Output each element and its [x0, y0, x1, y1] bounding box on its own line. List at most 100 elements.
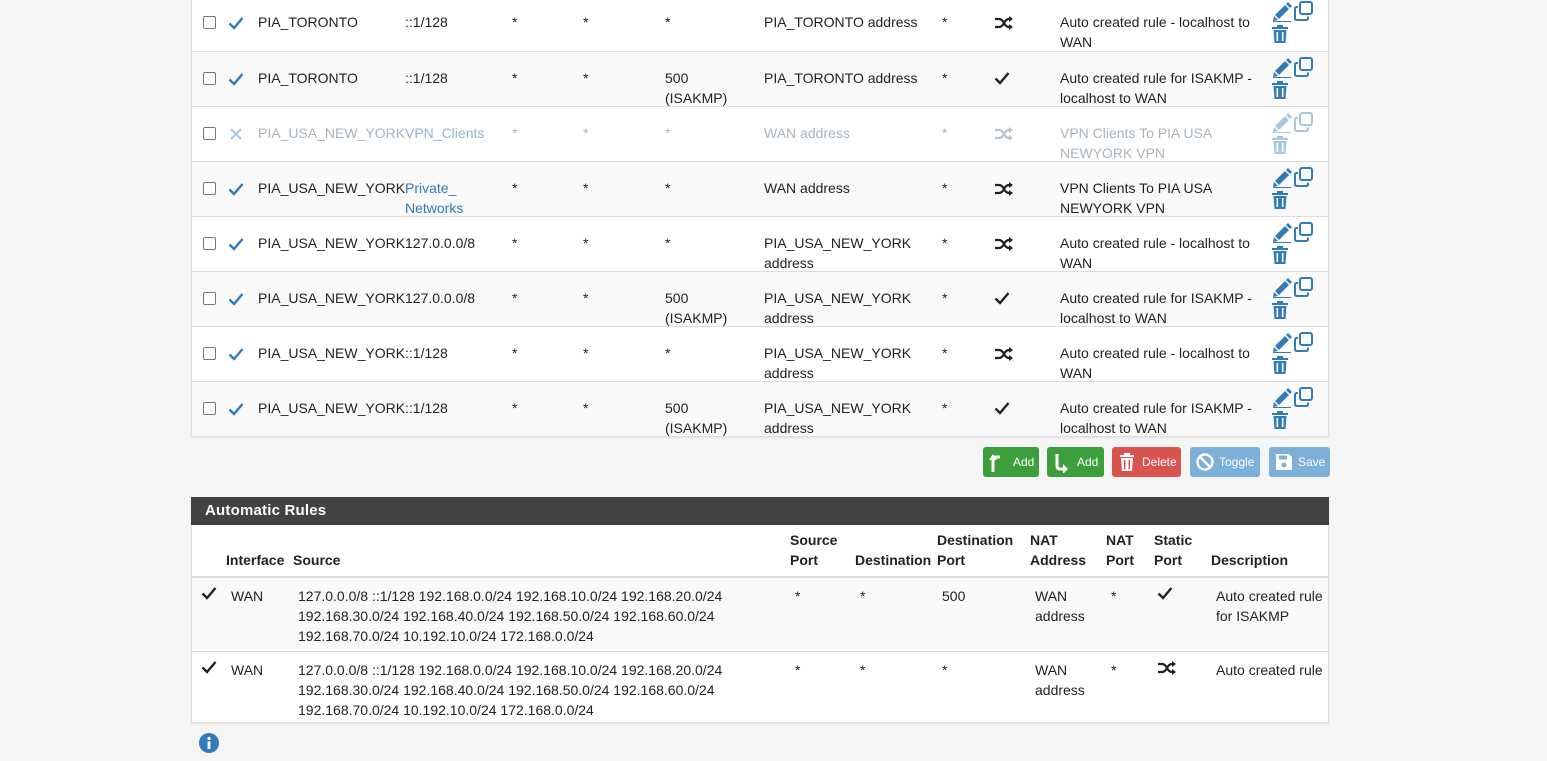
rule-nat-port: *: [942, 235, 948, 251]
rule-source: 127.0.0.0/8: [405, 290, 476, 306]
delete-rule-button[interactable]: [1272, 411, 1288, 432]
rule-description: VPN Clients To PIA USA NEWYORK VPN: [1060, 180, 1212, 216]
shuffle-icon: [995, 127, 1013, 141]
rule-source[interactable]: VPN_Clients: [405, 123, 495, 143]
table-row: WAN 127.0.0.0/8 ::1/128 192.168.0.0/24 19…: [192, 578, 1328, 651]
copy-rule-button[interactable]: [1294, 387, 1314, 410]
auto-rule-interface: WAN: [231, 662, 264, 678]
table-row[interactable]: PIA_USA_NEW_YORK 127.0.0.0/8 * * 500 (ISAKMP…: [192, 271, 1328, 326]
table-row[interactable]: PIA_USA_NEW_YORK VPN_Clients * * * WAN addres…: [192, 106, 1328, 161]
rule-source: ::1/128: [405, 70, 448, 86]
add-rule-top-button[interactable]: Add: [983, 447, 1039, 477]
copy-rule-button[interactable]: [1294, 332, 1314, 355]
rule-interface: PIA_USA_NEW_YORK: [258, 345, 406, 361]
row-select-checkbox[interactable]: [203, 127, 216, 140]
delete-rule-button[interactable]: [1272, 191, 1288, 212]
table-row[interactable]: PIA_USA_NEW_YORK::1/128 * * 500 (ISAKMP) PIA…: [192, 381, 1328, 436]
table-row[interactable]: PIA_TORONTO::1/128 * * 500 (ISAKMP) PIA_TORO…: [192, 51, 1328, 106]
add-rule-bottom-button[interactable]: Add: [1047, 447, 1104, 477]
check-icon: [228, 183, 244, 196]
rule-destination-port: *: [665, 345, 671, 361]
rule-source-port: *: [512, 235, 518, 251]
copy-icon: [1294, 332, 1313, 352]
auto-static-port-indicator: [1157, 586, 1173, 603]
pencil-icon: [1273, 388, 1292, 408]
edit-rule-button[interactable]: [1272, 2, 1292, 25]
pencil-icon: [1273, 2, 1292, 22]
rule-active-indicator: [201, 586, 217, 603]
trash-icon: [1272, 191, 1288, 209]
enabled-status[interactable]: [228, 347, 244, 364]
rule-source-port: *: [512, 345, 518, 361]
copy-rule-button[interactable]: [1294, 1, 1314, 24]
rule-destination-port: *: [665, 180, 671, 196]
rule-source-port: *: [512, 14, 518, 30]
edit-rule-button[interactable]: [1272, 223, 1292, 246]
rule-destination: *: [583, 400, 589, 416]
enabled-status[interactable]: [228, 402, 244, 419]
table-row: WAN 127.0.0.0/8 ::1/128 192.168.0.0/24 19…: [192, 651, 1328, 724]
edit-rule-button[interactable]: [1272, 58, 1292, 81]
row-select-checkbox[interactable]: [203, 182, 216, 195]
trash-icon: [1272, 246, 1288, 264]
rule-source-port: *: [512, 180, 518, 196]
rule-destination-port: *: [665, 235, 671, 251]
check-icon: [228, 17, 244, 30]
enabled-status[interactable]: [228, 237, 244, 254]
auto-rule-source-port: *: [795, 588, 801, 604]
row-select-checkbox[interactable]: [203, 237, 216, 250]
pencil-icon: [1273, 278, 1292, 298]
save-button[interactable]: Save: [1269, 447, 1330, 477]
row-select-checkbox[interactable]: [203, 402, 216, 415]
edit-rule-button[interactable]: [1272, 333, 1292, 356]
rule-interface: PIA_USA_NEW_YORK: [258, 290, 406, 306]
copy-icon: [1294, 387, 1313, 407]
copy-rule-button[interactable]: [1294, 222, 1314, 245]
trash-icon: [1272, 301, 1288, 319]
delete-rule-button[interactable]: [1272, 136, 1288, 157]
copy-rule-button[interactable]: [1294, 112, 1314, 135]
enabled-status[interactable]: [228, 182, 244, 199]
row-select-checkbox[interactable]: [203, 292, 216, 305]
delete-rule-button[interactable]: [1272, 246, 1288, 267]
times-icon: [230, 128, 242, 140]
table-row[interactable]: PIA_TORONTO::1/128 * * * PIA_TORONTO address…: [192, 0, 1328, 51]
disabled-status[interactable]: [229, 127, 243, 144]
edit-rule-button[interactable]: [1272, 113, 1292, 136]
rule-destination-port: 500 (ISAKMP): [665, 400, 728, 436]
pencil-icon: [1273, 333, 1292, 353]
edit-rule-button[interactable]: [1272, 168, 1292, 191]
row-select-checkbox[interactable]: [203, 16, 216, 29]
enabled-status[interactable]: [228, 16, 244, 33]
enabled-status[interactable]: [228, 72, 244, 89]
delete-rule-button[interactable]: [1272, 25, 1288, 46]
delete-rules-button[interactable]: Delete: [1112, 447, 1181, 477]
rule-destination: *: [583, 125, 589, 141]
delete-rule-button[interactable]: [1272, 301, 1288, 322]
ban-icon: [1196, 453, 1214, 471]
enabled-status[interactable]: [228, 292, 244, 309]
toggle-rules-button[interactable]: Toggle: [1190, 447, 1260, 477]
delete-rule-button[interactable]: [1272, 356, 1288, 377]
edit-rule-button[interactable]: [1272, 388, 1292, 411]
static-port-indicator: [994, 346, 1014, 365]
row-select-checkbox[interactable]: [203, 72, 216, 85]
trash-icon: [1272, 136, 1288, 154]
table-row[interactable]: PIA_USA_NEW_YORK Private_ Networks * * * WAN …: [192, 161, 1328, 216]
table-row[interactable]: PIA_USA_NEW_YORK 127.0.0.0/8 * * * PIA_USA_NE…: [192, 216, 1328, 271]
copy-icon: [1294, 167, 1313, 187]
copy-rule-button[interactable]: [1294, 277, 1314, 300]
auto-rule-source: 127.0.0.0/8 ::1/128 192.168.0.0/24 192.1…: [298, 588, 723, 644]
row-select-checkbox[interactable]: [203, 347, 216, 360]
copy-rule-button[interactable]: [1294, 57, 1314, 80]
info-icon[interactable]: [199, 733, 219, 753]
rule-source[interactable]: Private_ Networks: [405, 178, 495, 218]
edit-rule-button[interactable]: [1272, 278, 1292, 301]
rule-destination-port: 500 (ISAKMP): [665, 70, 728, 106]
rule-description: Auto created rule - localhost to WAN: [1060, 14, 1250, 50]
copy-rule-button[interactable]: [1294, 167, 1314, 190]
delete-rule-button[interactable]: [1272, 81, 1288, 102]
rule-destination-port: 500 (ISAKMP): [665, 290, 728, 326]
table-row[interactable]: PIA_USA_NEW_YORK::1/128 * * * PIA_USA_NEW_YO…: [192, 326, 1328, 381]
header-source-port: Source Port: [790, 532, 838, 568]
